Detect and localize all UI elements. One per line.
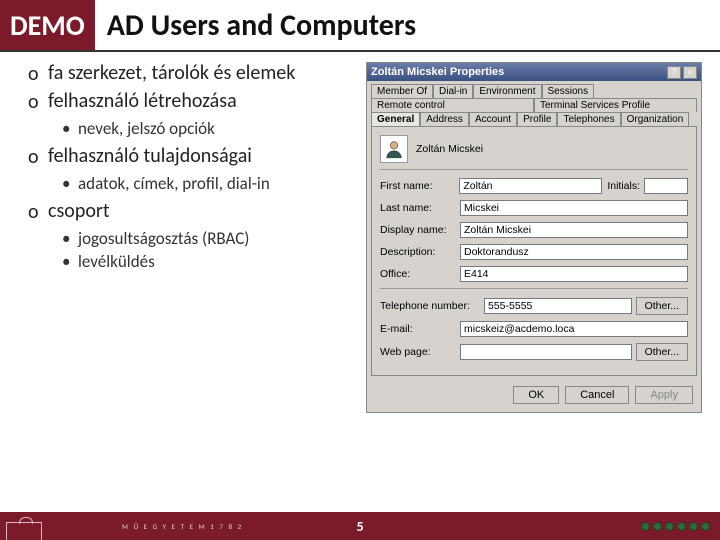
tab-account[interactable]: Account: [469, 112, 517, 126]
subbullet-item: •jogosultságosztás (RBAC): [62, 228, 338, 249]
tab-sessions[interactable]: Sessions: [542, 84, 595, 98]
tab-strip: Member Of Dial-in Environment Sessions R…: [367, 81, 701, 126]
cancel-button[interactable]: Cancel: [565, 386, 629, 404]
tab-address[interactable]: Address: [420, 112, 469, 126]
ok-button[interactable]: OK: [513, 386, 559, 404]
tab-remote-control[interactable]: Remote control: [371, 98, 534, 112]
university-text: M Ű E G Y E T E M 1 7 8 2: [122, 522, 243, 531]
user-icon: [380, 135, 408, 163]
slide-title: AD Users and Computers: [95, 0, 720, 50]
slide-body: ofa szerkezet, tárolók és elemek ofelhas…: [28, 62, 710, 492]
email-field[interactable]: [460, 321, 688, 337]
tab-telephones[interactable]: Telephones: [557, 112, 620, 126]
bullet-item: ofa szerkezet, tárolók és elemek: [28, 62, 338, 86]
tab-ts-profile[interactable]: Terminal Services Profile: [534, 98, 697, 112]
first-name-label: First name:: [380, 180, 455, 192]
subbullet-item: •nevek, jelszó opciók: [62, 118, 338, 139]
slide-footer: M Ű E G Y E T E M 1 7 8 2 5: [0, 512, 720, 540]
first-name-field[interactable]: [459, 178, 602, 194]
bullet-item: ocsoport: [28, 200, 338, 224]
slide: DEMO AD Users and Computers ofa szerkeze…: [0, 0, 720, 540]
other-phone-button[interactable]: Other...: [636, 297, 688, 315]
properties-dialog: Zoltán Micskei Properties ? × Member Of …: [366, 62, 702, 413]
footer-dots-icon: [641, 522, 710, 531]
title-underline: [0, 50, 720, 52]
initials-field[interactable]: [644, 178, 688, 194]
email-label: E-mail:: [380, 323, 456, 335]
dialog-title: Zoltán Micskei Properties: [371, 66, 504, 78]
description-label: Description:: [380, 246, 456, 258]
tab-environment[interactable]: Environment: [473, 84, 541, 98]
tab-profile[interactable]: Profile: [517, 112, 557, 126]
tab-general[interactable]: General: [371, 112, 420, 126]
bullet-list: ofa szerkezet, tárolók és elemek ofelhas…: [28, 62, 338, 272]
other-web-button[interactable]: Other...: [636, 343, 688, 361]
last-name-label: Last name:: [380, 202, 456, 214]
display-name-field[interactable]: [460, 222, 688, 238]
tab-organization[interactable]: Organization: [621, 112, 690, 126]
last-name-field[interactable]: [460, 200, 688, 216]
web-field[interactable]: [460, 344, 632, 360]
telephone-label: Telephone number:: [380, 300, 480, 312]
telephone-field[interactable]: [484, 298, 632, 314]
close-icon[interactable]: ×: [683, 66, 697, 79]
bullet-item: ofelhasználó létrehozása: [28, 90, 338, 114]
university-logo: [0, 512, 120, 540]
dialog-button-row: OK Cancel Apply: [367, 380, 701, 412]
bullet-item: ofelhasználó tulajdonságai: [28, 145, 338, 169]
page-number: 5: [356, 518, 363, 535]
web-label: Web page:: [380, 346, 456, 358]
screenshot-column: Zoltán Micskei Properties ? × Member Of …: [348, 62, 710, 492]
dialog-titlebar[interactable]: Zoltán Micskei Properties ? ×: [367, 63, 701, 81]
tab-dial-in[interactable]: Dial-in: [433, 84, 473, 98]
description-field[interactable]: [460, 244, 688, 260]
help-icon[interactable]: ?: [667, 66, 681, 79]
display-name-heading: Zoltán Micskei: [416, 143, 483, 155]
subbullet-item: •levélküldés: [62, 251, 338, 272]
display-name-label: Display name:: [380, 224, 456, 236]
initials-label: Initials:: [606, 180, 640, 192]
tab-panel-general: Zoltán Micskei First name: Initials: Las…: [371, 126, 697, 376]
bullet-column: ofa szerkezet, tárolók és elemek ofelhas…: [28, 62, 348, 492]
title-row: DEMO AD Users and Computers: [0, 0, 720, 50]
tab-member-of[interactable]: Member Of: [371, 84, 433, 98]
office-field[interactable]: [460, 266, 688, 282]
apply-button[interactable]: Apply: [635, 386, 693, 404]
office-label: Office:: [380, 268, 456, 280]
subbullet-item: •adatok, címek, profil, dial-in: [62, 173, 338, 194]
demo-badge: DEMO: [0, 0, 95, 50]
